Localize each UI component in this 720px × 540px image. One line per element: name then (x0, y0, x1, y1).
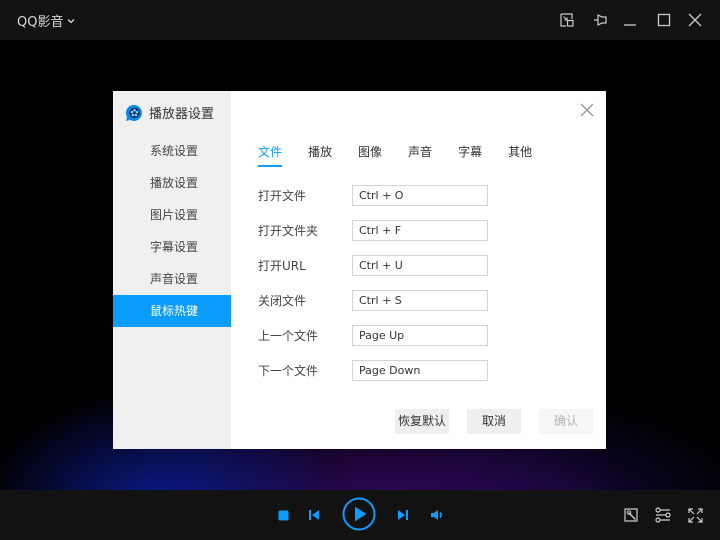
hotkey-tabs: 文件 播放 图像 声音 字幕 其他 (258, 143, 558, 167)
mini-mode-button[interactable] (557, 10, 577, 30)
hotkey-open-folder-input[interactable]: Ctrl + F (352, 220, 488, 241)
hotkey-label: 关闭文件 (258, 294, 307, 308)
sliders-icon (655, 507, 671, 523)
tab-playback[interactable]: 播放 (308, 143, 332, 165)
fullscreen-button[interactable] (686, 506, 704, 524)
sidebar-item-playback[interactable]: 播放设置 (113, 167, 231, 199)
pin-button[interactable] (591, 10, 611, 30)
app-menu-button[interactable]: QQ影音 (17, 11, 76, 30)
settings-sidebar: 播放器设置 系统设置 播放设置 图片设置 字幕设置 声音设置 鼠标热键 (113, 91, 231, 449)
sidebar-item-label: 图片设置 (150, 208, 199, 222)
toolbox-wrench-icon (623, 507, 638, 522)
hotkey-label: 下一个文件 (258, 364, 319, 378)
sidebar-item-label: 声音设置 (150, 272, 199, 286)
maximize-icon (657, 13, 671, 27)
hotkey-label: 打开文件夹 (258, 224, 319, 238)
restore-default-button[interactable]: 恢复默认 (395, 409, 449, 434)
sidebar-item-label: 字幕设置 (150, 240, 199, 254)
confirm-button[interactable]: 确认 (539, 409, 593, 434)
play-icon (342, 497, 376, 531)
sidebar-item-image[interactable]: 图片设置 (113, 199, 231, 231)
pin-icon (594, 14, 607, 26)
hotkey-label: 打开文件 (258, 189, 307, 203)
close-icon (688, 13, 702, 27)
hotkey-row: 关闭文件 Ctrl + S (258, 290, 488, 311)
dialog-header: 播放器设置 (125, 103, 214, 122)
hotkey-row: 上一个文件 Page Up (258, 325, 488, 346)
tab-image[interactable]: 图像 (358, 143, 382, 165)
tab-other[interactable]: 其他 (508, 143, 532, 165)
chevron-down-icon (68, 18, 75, 23)
hotkey-row: 打开文件夹 Ctrl + F (258, 220, 488, 241)
tools-button[interactable] (622, 506, 640, 524)
hotkey-close-file-input[interactable]: Ctrl + S (352, 290, 488, 311)
mini-mode-icon (560, 13, 574, 27)
previous-button[interactable] (306, 507, 322, 523)
cancel-button[interactable]: 取消 (467, 409, 521, 434)
tab-subtitle[interactable]: 字幕 (458, 143, 482, 165)
volume-button[interactable] (429, 507, 445, 523)
sidebar-item-label: 鼠标热键 (150, 304, 199, 318)
sidebar-item-system[interactable]: 系统设置 (113, 135, 231, 167)
minimize-icon (624, 24, 636, 26)
stop-icon (278, 510, 288, 520)
hotkey-open-file-input[interactable]: Ctrl + O (352, 185, 488, 206)
close-window-button[interactable] (685, 10, 705, 30)
hotkey-label: 打开URL (258, 259, 306, 273)
skip-next-icon (398, 510, 408, 520)
control-bar (0, 490, 720, 540)
maximize-button[interactable] (654, 10, 674, 30)
hotkey-previous-file-input[interactable]: Page Up (352, 325, 488, 346)
play-button[interactable] (342, 497, 376, 531)
dialog-title: 播放器设置 (149, 107, 215, 122)
skip-previous-icon (309, 510, 319, 520)
tab-file[interactable]: 文件 (258, 143, 283, 167)
volume-icon (431, 510, 443, 520)
app-title: QQ影音 (17, 15, 64, 30)
hotkey-row: 下一个文件 Page Down (258, 360, 488, 381)
sidebar-item-subtitle[interactable]: 字幕设置 (113, 231, 231, 263)
sidebar-item-sound[interactable]: 声音设置 (113, 263, 231, 295)
settings-button[interactable] (654, 506, 672, 524)
hotkey-row: 打开URL Ctrl + U (258, 255, 488, 276)
title-bar: QQ影音 (0, 0, 720, 40)
hotkey-row: 打开文件 Ctrl + O (258, 185, 488, 206)
close-dialog-button[interactable] (578, 101, 596, 119)
qq-player-logo-icon (125, 104, 142, 121)
tab-sound[interactable]: 声音 (408, 143, 432, 165)
hotkey-next-file-input[interactable]: Page Down (352, 360, 488, 381)
fullscreen-icon (687, 507, 703, 523)
settings-dialog: 播放器设置 系统设置 播放设置 图片设置 字幕设置 声音设置 鼠标热键 文件 播… (113, 91, 606, 449)
sidebar-item-mouse-hotkeys[interactable]: 鼠标热键 (113, 295, 231, 327)
sidebar-item-label: 系统设置 (150, 144, 199, 158)
hotkey-label: 上一个文件 (258, 329, 319, 343)
sidebar-item-label: 播放设置 (150, 176, 199, 190)
stop-button[interactable] (275, 507, 291, 523)
minimize-button[interactable] (620, 10, 640, 30)
hotkey-open-url-input[interactable]: Ctrl + U (352, 255, 488, 276)
next-button[interactable] (395, 507, 411, 523)
